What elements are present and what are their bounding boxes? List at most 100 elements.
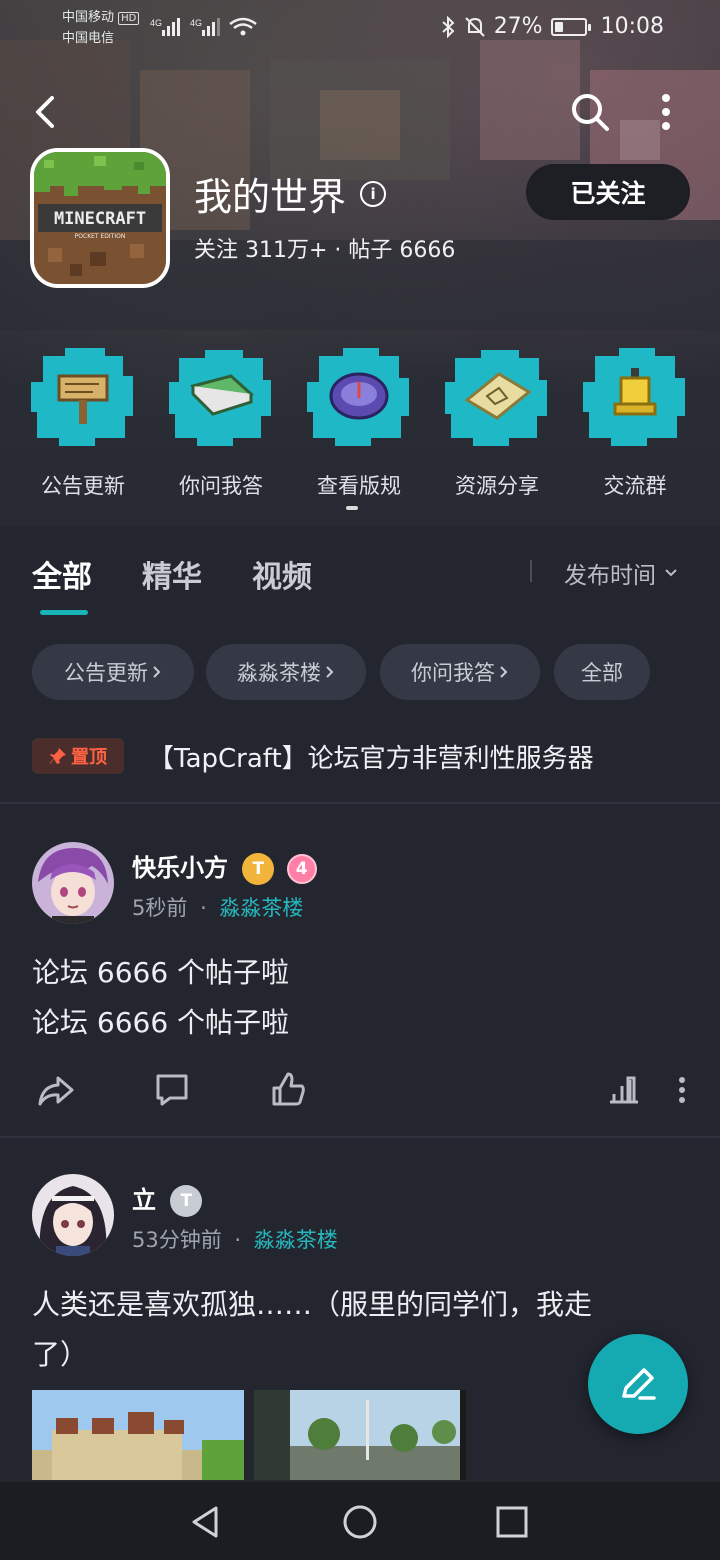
battery-percent: 27%	[493, 14, 543, 39]
signal-icon: 4G 4G	[150, 17, 257, 36]
post-time: 5秒前	[132, 896, 188, 920]
post-card[interactable]: 立 T 53分钟前 · 淼淼茶楼 人类还是喜欢孤独……（服里的同学们，我走 了）	[0, 1140, 720, 1482]
sort-dropdown[interactable]: 发布时间	[564, 556, 678, 590]
chevron-right-icon	[500, 666, 508, 678]
quick-link-announcements[interactable]: 公告更新	[14, 346, 152, 498]
quick-link-group-chat[interactable]: 交流群	[566, 346, 704, 498]
clock: 10:08	[600, 14, 664, 39]
app-logo-subtext: POCKET EDITION	[75, 233, 126, 240]
chip-teahouse[interactable]: 淼淼茶楼	[206, 644, 366, 700]
category-chips: 公告更新 淼淼茶楼 你问我答 全部	[0, 644, 720, 702]
post-image-1[interactable]	[32, 1390, 244, 1480]
status-right: 27% 10:08	[440, 14, 664, 39]
quick-links: 公告更新 你问我答 查看版规 资源分享 交流群	[0, 346, 720, 506]
avatar[interactable]	[32, 842, 114, 924]
search-icon[interactable]	[568, 90, 612, 134]
active-tab-indicator	[40, 610, 88, 615]
info-icon[interactable]: i	[360, 180, 387, 207]
post-body: 人类还是喜欢孤独……（服里的同学们，我走 了）	[32, 1280, 672, 1380]
app-logo-text: MINECRAFT	[54, 209, 146, 229]
share-icon[interactable]	[32, 1066, 80, 1114]
back-icon[interactable]	[28, 90, 68, 134]
net-type-1: 4G	[150, 18, 162, 28]
mute-bell-icon	[464, 16, 485, 37]
avatar-image	[32, 842, 114, 924]
tab-all[interactable]: 全部	[32, 552, 92, 596]
pinned-post[interactable]: 置顶 【TapCraft】论坛官方非营利性服务器	[0, 724, 720, 804]
quick-link-rules[interactable]: 查看版规	[290, 346, 428, 498]
quick-link-label: 资源分享	[455, 474, 539, 498]
compass-icon	[307, 348, 409, 446]
post-line: 了）	[32, 1338, 89, 1371]
tap-badge: T	[170, 1185, 203, 1217]
post-image	[32, 1390, 244, 1480]
username-row: 快乐小方 T 4	[132, 848, 317, 885]
post-divider	[0, 1136, 720, 1138]
like-icon[interactable]	[264, 1066, 312, 1114]
chip-label: 公告更新	[64, 661, 148, 685]
chevron-down-icon	[665, 569, 677, 577]
map-icon	[445, 350, 547, 446]
stats-icon[interactable]	[600, 1066, 648, 1114]
chevron-right-icon	[153, 666, 161, 678]
tab-divider	[530, 560, 532, 582]
pin-icon	[50, 748, 66, 764]
quick-link-label: 你问我答	[179, 474, 263, 498]
post-category[interactable]: 淼淼茶楼	[219, 896, 303, 920]
nav-back-icon[interactable]	[184, 1500, 228, 1544]
post-meta: 5秒前 · 淼淼茶楼	[132, 896, 304, 920]
carrier-1: 中国移动	[62, 10, 115, 25]
pin-badge: 置顶	[32, 738, 124, 774]
chip-qa[interactable]: 你问我答	[380, 644, 540, 700]
chip-label: 你问我答	[411, 661, 495, 685]
forum-header: 中国移动 HD 中国电信 4G 4G 27% 10:08 MINECRAFT P…	[0, 0, 720, 526]
app-icon[interactable]: MINECRAFT POCKET EDITION	[30, 148, 170, 288]
sort-label: 发布时间	[564, 563, 656, 589]
quick-link-label: 查看版规	[317, 474, 401, 498]
chip-all[interactable]: 全部	[554, 644, 650, 700]
post-image	[254, 1390, 466, 1480]
tab-bar: 全部 精华 视频 发布时间	[0, 526, 720, 622]
page-indicator	[346, 506, 358, 510]
post-card[interactable]: 快乐小方 T 4 5秒前 · 淼淼茶楼 论坛 6666 个帖子啦 论坛 6666…	[0, 808, 720, 1138]
username[interactable]: 快乐小方	[132, 854, 228, 882]
bluetooth-icon	[442, 15, 455, 38]
minecraft-logo: MINECRAFT POCKET EDITION	[34, 152, 166, 284]
post-category[interactable]: 淼淼茶楼	[254, 1228, 338, 1252]
nav-recents-icon[interactable]	[490, 1500, 534, 1544]
carrier-info: 中国移动 HD 中国电信	[62, 8, 140, 49]
more-vertical-icon[interactable]	[652, 90, 680, 134]
comment-icon[interactable]	[148, 1066, 196, 1114]
top-nav	[0, 82, 720, 142]
username[interactable]: 立	[132, 1186, 156, 1214]
tap-badge: T	[242, 853, 275, 885]
post-meta: 53分钟前 · 淼淼茶楼	[132, 1228, 338, 1252]
post-line: 论坛 6666 个帖子啦	[32, 956, 290, 989]
battery-icon	[550, 17, 591, 36]
avatar[interactable]	[32, 1174, 114, 1256]
post-time: 53分钟前	[132, 1228, 222, 1252]
hd-badge: HD	[118, 12, 140, 25]
post-image-2[interactable]	[254, 1390, 466, 1480]
username-row: 立 T	[132, 1180, 203, 1217]
post-body: 论坛 6666 个帖子啦 论坛 6666 个帖子啦	[32, 948, 289, 1048]
tab-featured[interactable]: 精华	[142, 552, 202, 596]
compose-button[interactable]	[588, 1334, 688, 1434]
pen-icon	[622, 1368, 656, 1400]
chip-announcements[interactable]: 公告更新	[32, 644, 194, 700]
chip-label: 淼淼茶楼	[237, 661, 321, 685]
more-vertical-icon[interactable]	[660, 1066, 708, 1114]
status-bar: 中国移动 HD 中国电信 4G 4G 27% 10:08	[0, 0, 720, 60]
pin-badge-label: 置顶	[71, 747, 107, 768]
book-icon	[169, 350, 271, 446]
chevron-right-icon	[326, 666, 334, 678]
pinned-title: 【TapCraft】论坛官方非营利性服务器	[148, 744, 594, 774]
tab-video[interactable]: 视频	[252, 552, 312, 596]
quick-link-resources[interactable]: 资源分享	[428, 346, 566, 498]
post-line: 人类还是喜欢孤独……（服里的同学们，我走	[32, 1288, 593, 1321]
app-title: 我的世界	[194, 175, 347, 219]
nav-home-icon[interactable]	[338, 1500, 382, 1544]
follow-button[interactable]: 已关注	[526, 164, 690, 220]
avatar-image	[32, 1174, 114, 1256]
quick-link-qa[interactable]: 你问我答	[152, 346, 290, 498]
